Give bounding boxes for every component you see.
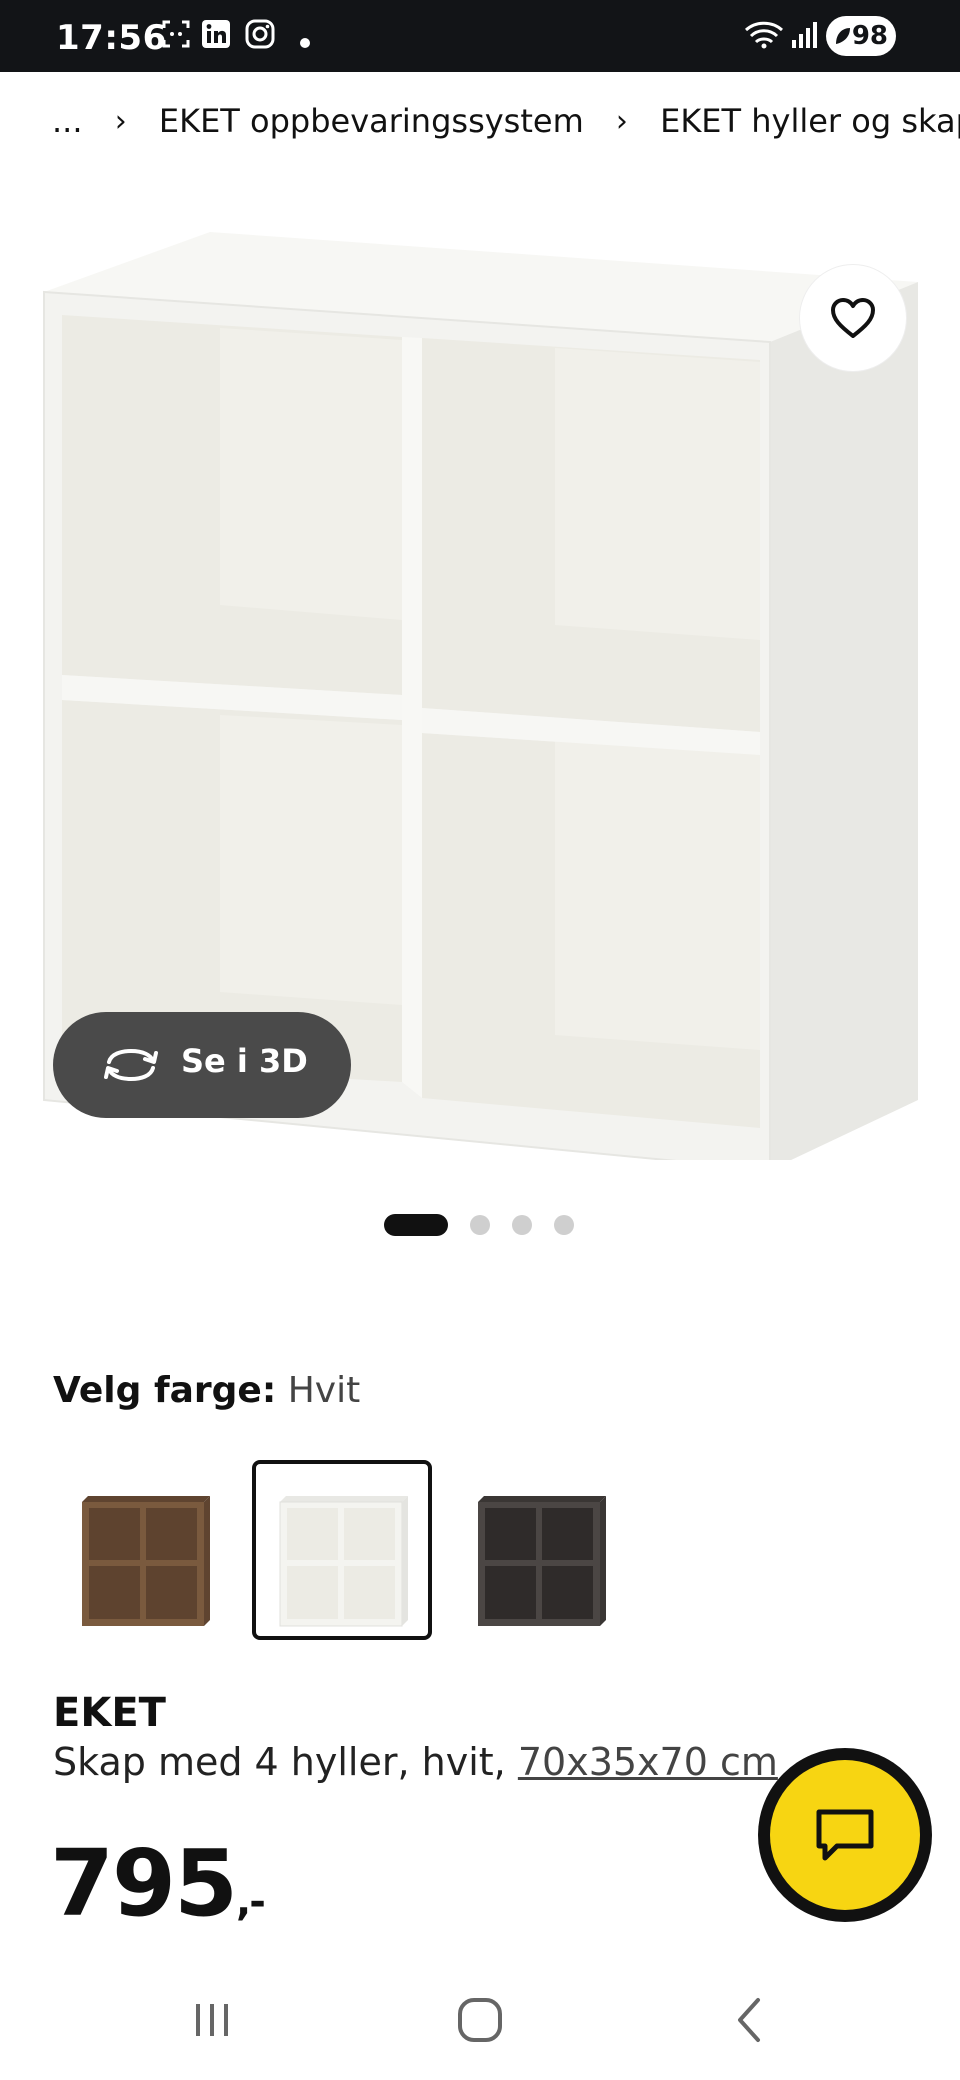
carousel-dot-active[interactable] — [384, 1214, 448, 1236]
status-bar: 17:56 98 — [0, 0, 960, 72]
notification-dot — [300, 38, 310, 48]
back-icon[interactable] — [710, 1990, 790, 2050]
carousel-dot[interactable] — [512, 1215, 532, 1235]
wifi-icon — [744, 21, 784, 49]
carousel-indicator — [0, 1213, 960, 1236]
chat-button[interactable] — [758, 1748, 932, 1922]
battery-level: 98 — [851, 21, 888, 51]
heart-icon — [831, 298, 875, 338]
carousel-dot[interactable] — [470, 1215, 490, 1235]
product-price: 795,- — [50, 1830, 266, 1937]
price-suffix: ,- — [236, 1879, 266, 1925]
screenshot-icon — [162, 20, 190, 48]
product-description: Skap med 4 hyller, hvit, 70x35x70 cm — [53, 1740, 778, 1784]
status-time: 17:56 — [56, 18, 167, 58]
price-value: 795 — [50, 1830, 238, 1937]
chat-icon — [816, 1809, 874, 1861]
chat-button-fill — [770, 1760, 920, 1910]
product-description-text: Skap med 4 hyller, hvit, — [53, 1740, 506, 1784]
recent-apps-icon[interactable] — [172, 1990, 252, 2050]
color-swatch-white[interactable] — [252, 1460, 432, 1640]
breadcrumb-separator: › — [114, 103, 127, 139]
rotate-3d-icon — [104, 1048, 158, 1082]
system-nav-bar — [0, 1960, 960, 2080]
signal-icon — [792, 22, 817, 48]
linkedin-icon — [202, 20, 230, 48]
battery-indicator: 98 — [826, 16, 896, 56]
color-swatch-dark-grey[interactable] — [450, 1460, 630, 1640]
home-icon[interactable] — [440, 1990, 520, 2050]
breadcrumb: ... › EKET oppbevaringssystem › EKET hyl… — [52, 100, 960, 150]
color-label-title: Velg farge: — [53, 1370, 277, 1411]
product-name: EKET — [53, 1690, 166, 1736]
favorite-button[interactable] — [800, 265, 906, 371]
color-selector-label: Velg farge: Hvit — [53, 1370, 360, 1411]
breadcrumb-ellipsis[interactable]: ... — [52, 102, 83, 140]
instagram-icon — [245, 19, 275, 49]
battery-saver-icon — [836, 28, 850, 44]
product-size-link[interactable]: 70x35x70 cm — [518, 1740, 778, 1784]
view-3d-label: Se i 3D — [181, 1042, 308, 1080]
view-3d-button[interactable]: Se i 3D — [53, 1012, 351, 1118]
breadcrumb-item-eket-shelves[interactable]: EKET hyller og skap — [660, 102, 960, 140]
carousel-dot[interactable] — [554, 1215, 574, 1235]
color-swatch-walnut[interactable] — [54, 1460, 234, 1640]
color-label-value: Hvit — [287, 1370, 361, 1411]
breadcrumb-item-eket-system[interactable]: EKET oppbevaringssystem — [159, 102, 584, 140]
breadcrumb-separator: › — [615, 103, 628, 139]
